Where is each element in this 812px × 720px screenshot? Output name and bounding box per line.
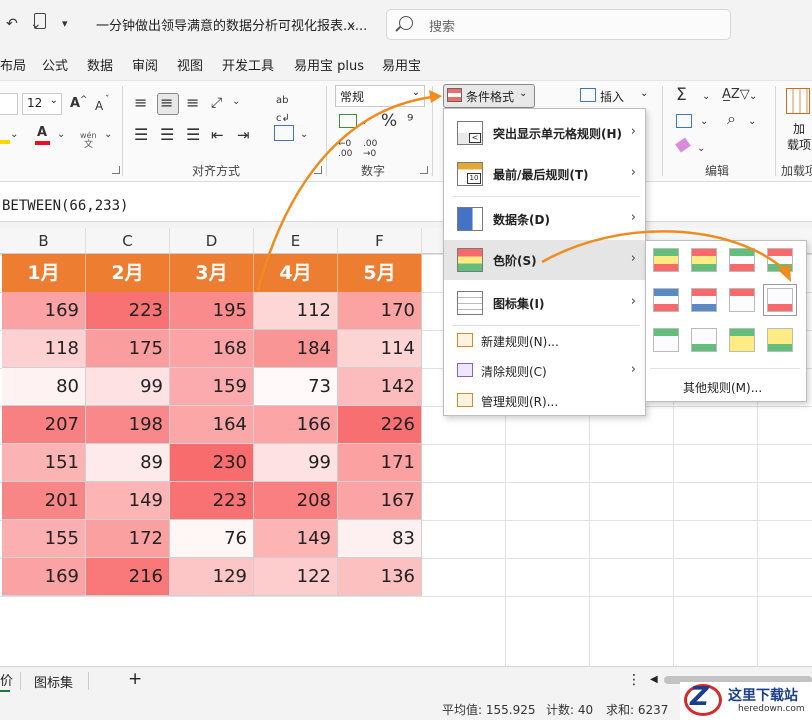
annotation-arrows: [256, 90, 791, 291]
annotation-arrowhead-1: [429, 90, 442, 103]
watermark-url: heredown.com: [738, 704, 805, 714]
watermark-name: 这里下载站: [728, 688, 798, 704]
annotation-arrow-2: [541, 230, 786, 271]
watermark-logo: Z: [690, 682, 709, 712]
watermark: Z 这里下载站 heredown.com: [680, 682, 812, 720]
annotation-arrow-1: [256, 95, 433, 291]
